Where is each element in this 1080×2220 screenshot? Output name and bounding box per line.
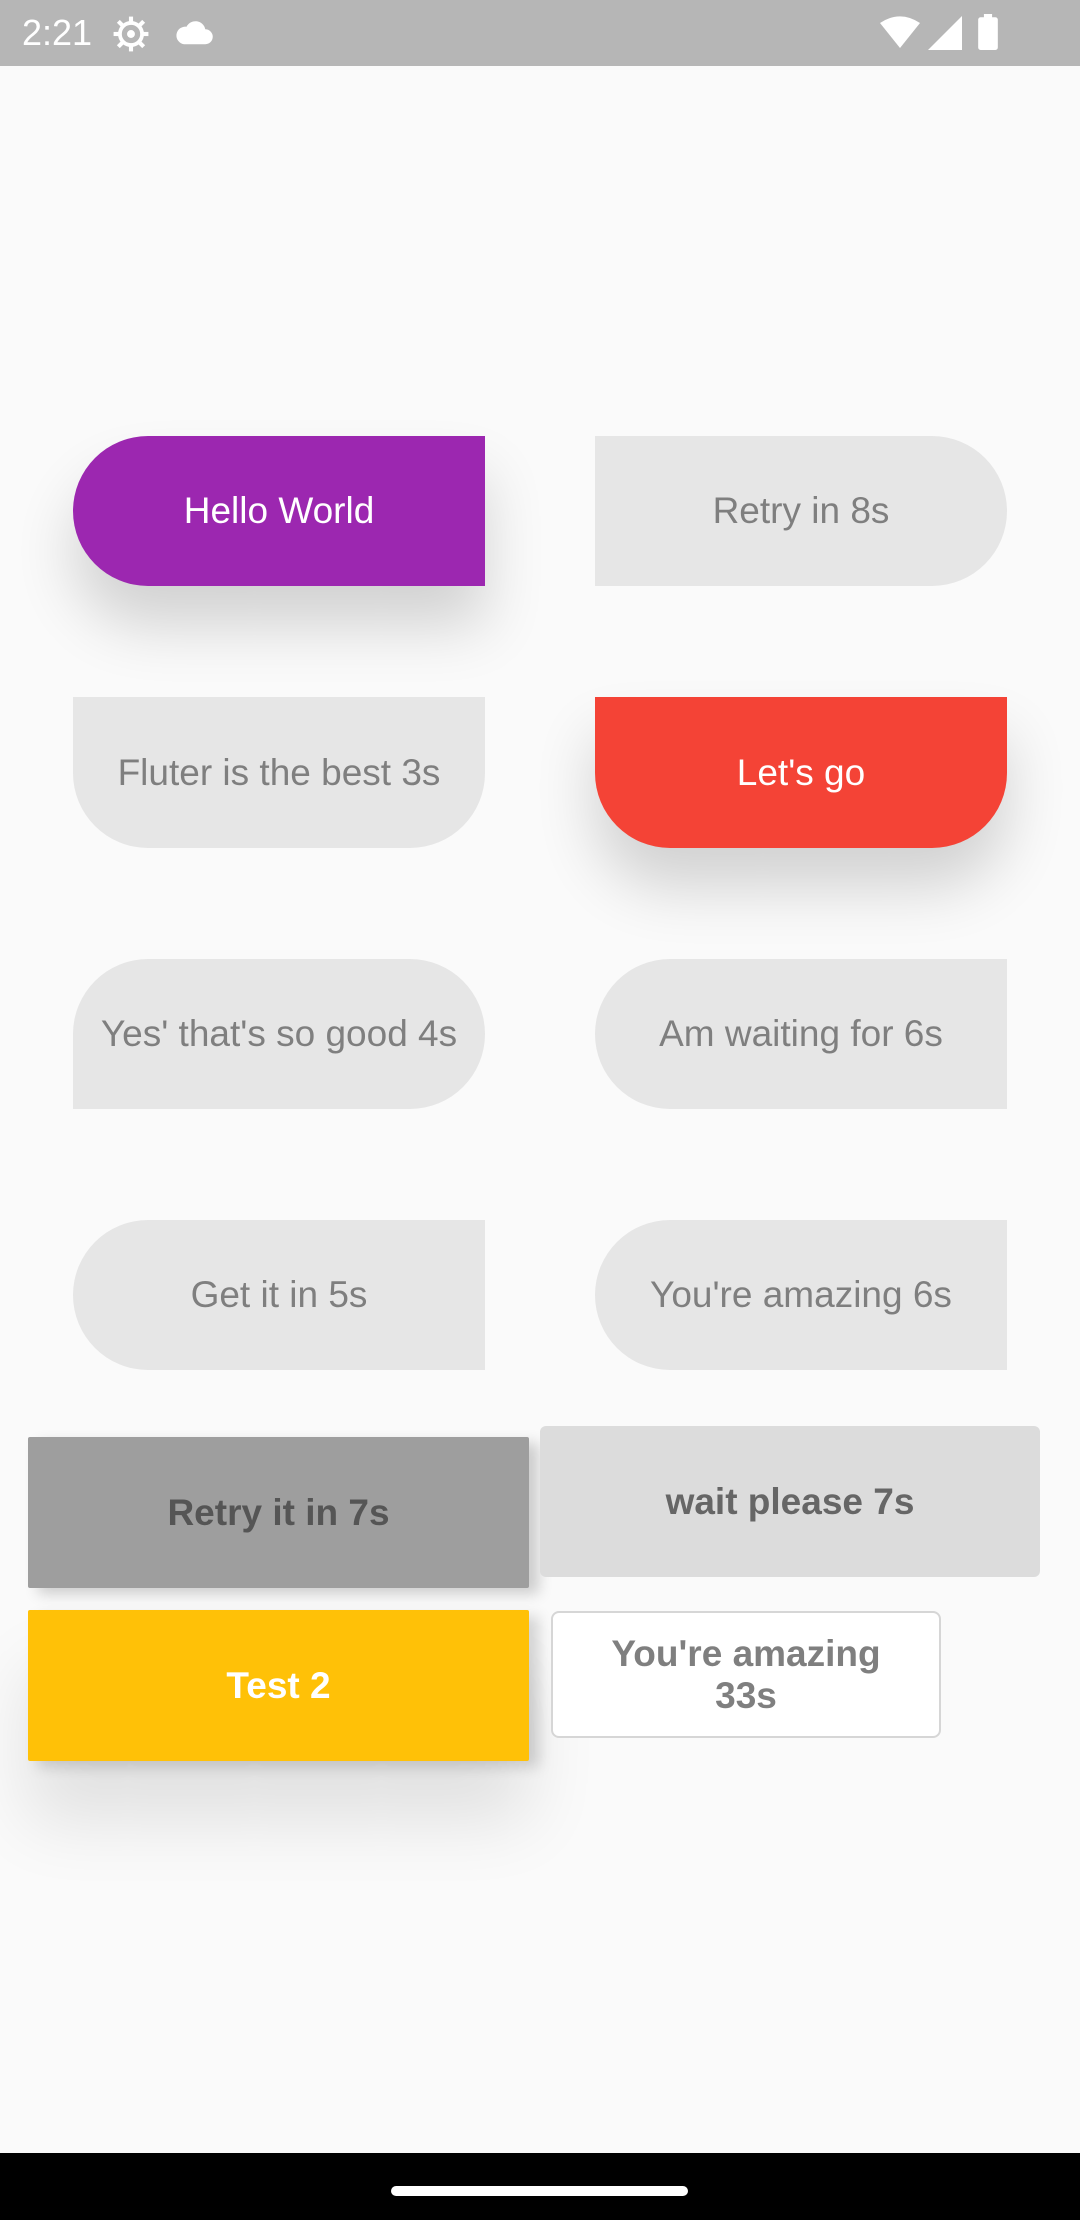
settings-icon bbox=[113, 16, 149, 52]
retry-8s-label: Retry in 8s bbox=[712, 490, 890, 531]
yes-good-button[interactable]: Yes' that's so good 4s bbox=[73, 959, 485, 1109]
wait-please-label: wait please 7s bbox=[665, 1480, 915, 1522]
hello-world-button[interactable]: Hello World bbox=[73, 436, 485, 586]
waiting-6s-label: Am waiting for 6s bbox=[659, 1013, 943, 1054]
waiting-6s-button[interactable]: Am waiting for 6s bbox=[595, 959, 1007, 1109]
test-2-label: Test 2 bbox=[226, 1664, 331, 1706]
home-indicator[interactable] bbox=[391, 2186, 688, 2196]
wifi-icon bbox=[880, 16, 920, 48]
hello-world-label: Hello World bbox=[183, 490, 375, 531]
wait-please-button[interactable]: wait please 7s bbox=[540, 1426, 1040, 1577]
test-2-button[interactable]: Test 2 bbox=[28, 1610, 529, 1761]
amazing-33s-button[interactable]: You're amazing 33s bbox=[551, 1611, 941, 1738]
battery-icon bbox=[978, 14, 998, 50]
get-it-5s-label: Get it in 5s bbox=[190, 1274, 368, 1315]
lets-go-label: Let's go bbox=[736, 751, 866, 793]
lets-go-button[interactable]: Let's go bbox=[595, 697, 1007, 848]
get-it-5s-button[interactable]: Get it in 5s bbox=[73, 1220, 485, 1370]
fluter-best-label: Fluter is the best 3s bbox=[117, 751, 441, 793]
signal-icon bbox=[928, 16, 962, 50]
amazing-33s-label: You're amazing 33s bbox=[611, 1632, 881, 1716]
retry-8s-button[interactable]: Retry in 8s bbox=[595, 436, 1007, 586]
navigation-bar bbox=[0, 2153, 1080, 2220]
status-time: 2:21 bbox=[22, 12, 93, 53]
amazing-6s-button[interactable]: You're amazing 6s bbox=[595, 1220, 1007, 1370]
yes-good-label: Yes' that's so good 4s bbox=[100, 1013, 458, 1054]
retry-it-7s-label: Retry it in 7s bbox=[167, 1491, 390, 1533]
cloud-icon bbox=[176, 21, 213, 45]
fluter-best-button[interactable]: Fluter is the best 3s bbox=[73, 697, 485, 848]
retry-it-7s-button[interactable]: Retry it in 7s bbox=[28, 1437, 529, 1588]
status-bar: 2:21 bbox=[0, 0, 1080, 66]
amazing-6s-label: You're amazing 6s bbox=[650, 1274, 952, 1315]
